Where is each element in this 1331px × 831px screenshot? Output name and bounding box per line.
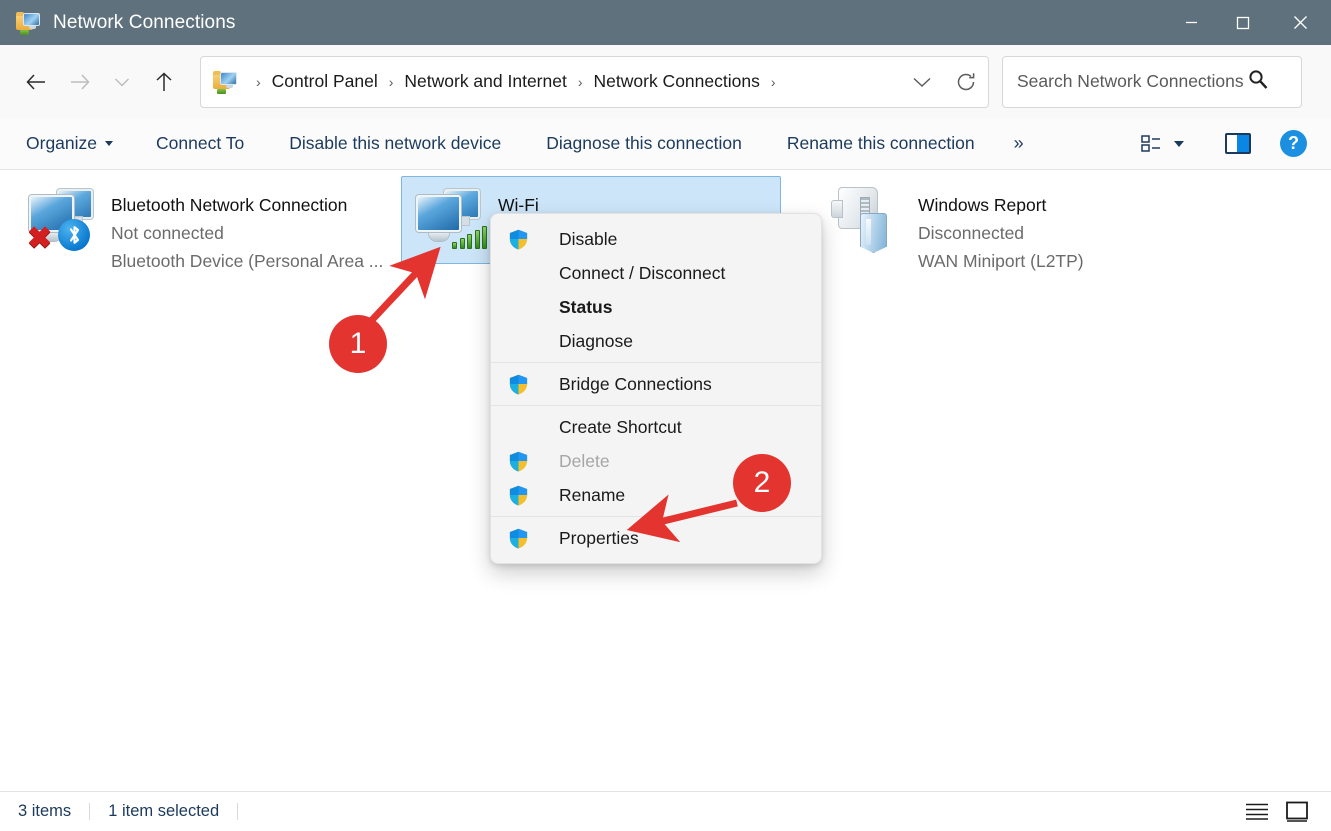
maximize-button[interactable]: [1217, 0, 1269, 45]
context-menu-label: Delete: [559, 450, 610, 471]
context-menu-label: Properties: [559, 527, 639, 548]
windows-report-connection-tile[interactable]: Windows Report Disconnected WAN Miniport…: [821, 176, 1201, 271]
up-button[interactable]: [142, 62, 186, 102]
bluetooth-connection-tile[interactable]: ✖ Bluetooth Network Connection Not conne…: [14, 176, 394, 271]
connection-name: Windows Report: [918, 195, 1047, 215]
disable-device-button[interactable]: Disable this network device: [289, 128, 501, 159]
context-menu-label: Bridge Connections: [559, 373, 712, 394]
command-bar-right: ?: [1141, 130, 1331, 157]
context-menu-item-bridge-connections[interactable]: Bridge Connections: [491, 367, 821, 401]
selection-count-label: 1 item selected: [108, 802, 220, 820]
context-menu-group: Bridge Connections: [491, 362, 821, 405]
signal-bars-icon: [452, 225, 487, 249]
details-view-button[interactable]: [1245, 802, 1269, 821]
breadcrumb-item-network-connections[interactable]: Network Connections: [592, 68, 762, 95]
connection-status: Disconnected: [918, 223, 1025, 243]
title-bar: Network Connections: [0, 0, 1331, 45]
large-icons-view-button[interactable]: [1285, 801, 1309, 823]
context-menu-label: Status: [559, 296, 613, 317]
shield-icon: [507, 450, 530, 473]
previous-locations-chevron-down-icon[interactable]: [900, 62, 944, 102]
search-icon[interactable]: [1247, 68, 1269, 95]
shield-icon: [507, 228, 530, 251]
recent-locations-chevron-down-icon[interactable]: [102, 62, 142, 102]
context-menu-item-create-shortcut[interactable]: Create Shortcut: [491, 410, 821, 444]
status-bar: 3 items 1 item selected: [0, 791, 1331, 831]
breadcrumb-separator: ›: [256, 73, 261, 90]
chevron-down-icon: [105, 141, 114, 146]
back-button[interactable]: [14, 62, 58, 102]
context-menu-label: Disable: [559, 228, 618, 249]
connect-to-button[interactable]: Connect To: [156, 128, 244, 159]
address-bar-actions: [900, 62, 988, 102]
context-menu-label: Create Shortcut: [559, 416, 682, 437]
item-count-label: 3 items: [18, 802, 72, 820]
context-menu-label: Connect / Disconnect: [559, 262, 726, 283]
window-controls: [1165, 0, 1331, 45]
command-bar: Organize Connect To Disable this network…: [0, 118, 1331, 170]
breadcrumb-item-network-and-internet[interactable]: Network and Internet: [402, 68, 568, 95]
diagnose-connection-button[interactable]: Diagnose this connection: [546, 128, 742, 159]
navigation-bar: › Control Panel › Network and Internet ›…: [0, 45, 1331, 118]
search-box[interactable]: [1002, 55, 1302, 108]
forward-button[interactable]: [58, 62, 102, 102]
network-connections-window: Network Connections › Control Panel › Ne…: [0, 0, 1331, 831]
bluetooth-network-icon: ✖: [25, 183, 103, 259]
breadcrumb-separator: ›: [388, 73, 394, 90]
context-menu-item-properties[interactable]: Properties: [491, 521, 821, 555]
breadcrumb-separator: ›: [770, 73, 776, 90]
context-menu-label: Rename: [559, 484, 626, 505]
windows-report-connection-text: Windows Report Disconnected WAN Miniport…: [918, 183, 1084, 275]
shield-icon: [507, 527, 530, 550]
wifi-network-icon: [412, 183, 490, 259]
rename-connection-button[interactable]: Rename this connection: [787, 128, 975, 159]
address-bar-network-folder-icon: [213, 70, 239, 94]
organize-label: Organize: [26, 133, 98, 153]
context-menu-item-connect-disconnect[interactable]: Connect / Disconnect: [491, 256, 821, 290]
status-separator: [237, 803, 239, 820]
breadcrumb: › Control Panel › Network and Internet ›…: [247, 68, 900, 95]
connection-status: Not connected: [111, 223, 224, 243]
search-input[interactable]: [1017, 71, 1245, 92]
context-menu-item-status[interactable]: Status: [491, 290, 821, 324]
help-button[interactable]: ?: [1280, 130, 1307, 157]
wan-miniport-icon: [831, 183, 910, 259]
context-menu-item-disable[interactable]: Disable: [491, 222, 821, 256]
context-menu-label: Diagnose: [559, 330, 633, 351]
breadcrumb-separator: ›: [577, 73, 583, 90]
breadcrumb-item-control-panel[interactable]: Control Panel: [270, 68, 380, 95]
chevron-down-icon: [1174, 140, 1184, 147]
connection-name: Bluetooth Network Connection: [111, 195, 348, 215]
connection-device: Bluetooth Device (Personal Area ...: [111, 251, 384, 271]
annotation-badge-1: 1: [329, 315, 387, 373]
context-menu: Disable Connect / Disconnect Status Diag…: [490, 213, 822, 564]
network-folder-icon: [16, 11, 42, 35]
shield-icon: [507, 484, 530, 507]
view-toggles: [1245, 801, 1331, 823]
minimize-button[interactable]: [1165, 0, 1217, 45]
shield-icon: [507, 373, 530, 396]
preview-pane-button[interactable]: [1225, 133, 1251, 154]
address-bar[interactable]: › Control Panel › Network and Internet ›…: [200, 55, 989, 108]
refresh-icon[interactable]: [944, 62, 988, 102]
view-options-button[interactable]: [1141, 134, 1184, 153]
connection-device: WAN Miniport (L2TP): [918, 251, 1084, 271]
context-menu-item-diagnose[interactable]: Diagnose: [491, 324, 821, 358]
window-title: Network Connections: [53, 11, 236, 33]
annotation-badge-2: 2: [733, 454, 791, 512]
context-menu-group: Disable Connect / Disconnect Status Diag…: [491, 218, 821, 362]
context-menu-group: Properties: [491, 516, 821, 559]
close-button[interactable]: [1269, 0, 1331, 45]
organize-button[interactable]: Organize: [26, 128, 114, 159]
toolbar-overflow-button[interactable]: »: [1014, 128, 1024, 159]
bluetooth-connection-text: Bluetooth Network Connection Not connect…: [111, 183, 383, 275]
